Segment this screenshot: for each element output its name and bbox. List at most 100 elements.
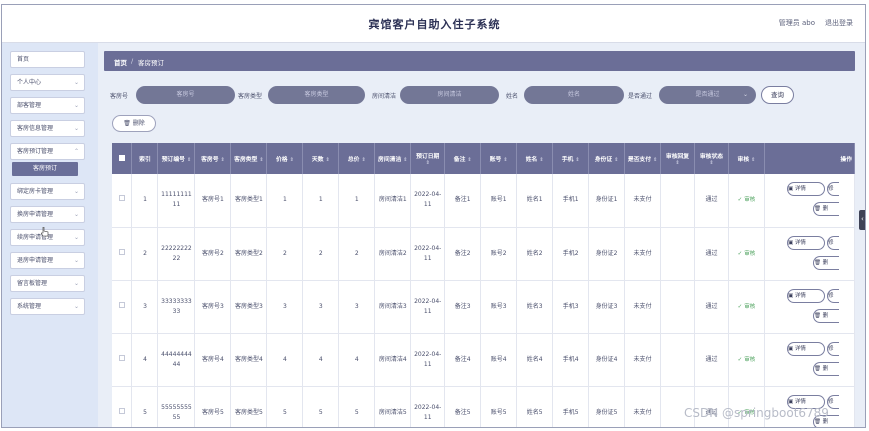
- col-header[interactable]: 天数 ⇕: [302, 143, 340, 174]
- row-checkbox[interactable]: [112, 386, 133, 427]
- audit-link[interactable]: ✓ 审核: [728, 333, 765, 387]
- col-header[interactable]: 价格 ⇕: [266, 143, 304, 174]
- sidebar-item-room-card[interactable]: 绑定房卡管理 ⌄: [10, 183, 85, 200]
- table-row[interactable]: 4 4444444444 客房号4 客房类型4 4 4 4 房间清洁4 2022-04-11 备注…: [112, 333, 855, 387]
- sidebar-item-home[interactable]: 首页: [10, 51, 85, 68]
- passed-select[interactable]: 是否通过 ⌄: [659, 86, 756, 104]
- sidebar-item-room-change[interactable]: 换房申请管理 ⌄: [10, 206, 85, 223]
- breadcrumb-separator: /: [131, 57, 134, 65]
- row-checkbox[interactable]: [112, 280, 133, 334]
- table-row[interactable]: 2 2222222222 客房号2 客房类型2 2 2 2 房间清洁2 2022-04-11 备注…: [112, 227, 855, 281]
- sidebar-item-label: 留言板管理: [17, 280, 48, 287]
- row-delete-button[interactable]: 🗑 删: [812, 308, 839, 323]
- col-header[interactable]: 总价 ⇕: [338, 143, 376, 174]
- col-header[interactable]: 手机 ⇕: [552, 143, 590, 174]
- col-header[interactable]: 审核 ⇕: [728, 143, 765, 174]
- passed-select-value: 是否通过: [695, 91, 720, 98]
- col-header[interactable]: 账号 ⇕: [480, 143, 518, 174]
- row-checkbox[interactable]: [112, 333, 133, 387]
- col-header[interactable]: 房间清洁 ⇕: [374, 143, 412, 174]
- room-type-input[interactable]: 客房类型: [268, 86, 365, 104]
- col-header[interactable]: 身份证 ⇕: [588, 143, 626, 174]
- cell-date: 2022-04-11: [410, 227, 446, 281]
- sidebar-item-messages[interactable]: 留言板管理 ⌄: [10, 275, 85, 292]
- detail-button[interactable]: ▣ 详情: [786, 235, 825, 250]
- chevron-left-icon: ‹: [861, 215, 864, 223]
- room-no-input[interactable]: 客房号: [136, 86, 235, 104]
- sidebar-item-checkout[interactable]: 退房申请管理 ⌄: [10, 252, 85, 269]
- name-input[interactable]: 姓名: [524, 86, 624, 104]
- trash-icon: 🗑: [123, 120, 131, 127]
- edit-button[interactable]: 修: [826, 182, 839, 196]
- sidebar-item-booking[interactable]: 客房预订管理 ⌃: [10, 143, 85, 160]
- sidebar-subitem-booking[interactable]: 客房预订: [12, 162, 78, 176]
- sidebar-item-label: 退房申请管理: [17, 257, 54, 264]
- row-delete-button[interactable]: 🗑 删: [812, 202, 839, 216]
- side-toggle-button[interactable]: ‹: [859, 210, 865, 230]
- cell-status: 通过: [694, 174, 729, 228]
- table-header-row: 索引 预订编号 ⇕ 客房号 ⇕ 客房类型 ⇕ 价格 ⇕ 天数 ⇕ 总价 ⇕ 房间…: [112, 143, 855, 174]
- cell-price: 4: [266, 333, 304, 387]
- cell-price: 2: [266, 227, 304, 281]
- col-header[interactable]: 预订日期 ⇕: [410, 143, 446, 174]
- chevron-down-icon: ⌄: [73, 125, 79, 132]
- select-all-checkbox[interactable]: [112, 143, 133, 174]
- col-header[interactable]: 客房类型 ⇕: [230, 143, 268, 174]
- detail-button[interactable]: ▣ 详情: [786, 288, 825, 303]
- cell-account: 账号5: [480, 386, 518, 427]
- doc-icon: ▣: [787, 186, 794, 192]
- sidebar-item-label: 绑定房卡管理: [17, 188, 54, 195]
- logout-link[interactable]: 退出登录: [825, 18, 853, 28]
- cell-days: 4: [302, 333, 340, 387]
- detail-button[interactable]: ▣ 详情: [786, 341, 825, 356]
- col-header[interactable]: 预订编号 ⇕: [157, 143, 196, 174]
- query-button[interactable]: 查询: [761, 86, 794, 104]
- sidebar-item-label: 客房预订管理: [17, 148, 54, 155]
- detail-button[interactable]: ▣ 详情: [786, 182, 825, 196]
- trash-icon: 🗑: [813, 365, 821, 372]
- audit-link[interactable]: ✓ 审核: [728, 227, 765, 281]
- edit-label: 修: [827, 239, 834, 246]
- row-delete-label: 删: [822, 206, 829, 212]
- col-header[interactable]: 审核回复 ⇕: [660, 143, 695, 174]
- sidebar-item-room-info[interactable]: 客房信息管理 ⌄: [10, 120, 85, 137]
- breadcrumb-home[interactable]: 首页: [114, 57, 127, 67]
- row-checkbox[interactable]: [112, 227, 133, 281]
- check-icon: ✓: [737, 303, 743, 310]
- edit-button[interactable]: 修: [826, 288, 839, 303]
- app-title: 宾馆客户自助入住子系统: [368, 18, 501, 31]
- sort-icon: ⇕: [675, 160, 680, 166]
- sidebar-item-label: 系统管理: [17, 303, 42, 310]
- row-checkbox[interactable]: [112, 174, 133, 228]
- audit-link[interactable]: ✓ 审核: [728, 174, 765, 228]
- cell-price: 1: [266, 174, 304, 228]
- col-header[interactable]: 审核状态 ⇕: [694, 143, 729, 174]
- col-header[interactable]: 备注 ⇕: [444, 143, 482, 174]
- table-row[interactable]: 1 1111111111 客房号1 客房类型1 1 1 1 房间清洁1 2022-04-11 备注…: [112, 174, 855, 228]
- room-type-label: 客房类型: [238, 93, 263, 100]
- row-delete-button[interactable]: 🗑 删: [812, 361, 839, 376]
- row-delete-button[interactable]: 🗑 删: [812, 255, 839, 270]
- sidebar-item-label: 客房信息管理: [17, 125, 54, 132]
- col-header[interactable]: 姓名 ⇕: [516, 143, 554, 174]
- sort-icon: ⇕: [539, 157, 544, 163]
- audit-link[interactable]: ✓ 审核: [728, 280, 765, 334]
- cell-phone: 手机1: [552, 174, 590, 228]
- table-row[interactable]: 3 3333333333 客房号3 客房类型3 3 3 3 房间清洁3 2022-04-11 备注…: [112, 280, 855, 334]
- cell-note: 备注2: [444, 227, 482, 281]
- col-header[interactable]: 索引: [131, 143, 159, 174]
- edit-button[interactable]: 修: [826, 235, 839, 250]
- chevron-down-icon: ⌄: [73, 303, 79, 310]
- sidebar-item-system[interactable]: 系统管理 ⌄: [10, 298, 85, 315]
- clean-input[interactable]: 房间清洁: [400, 86, 499, 104]
- sidebar-item-guests[interactable]: 部客管理 ⌄: [10, 97, 85, 114]
- sidebar-item-profile[interactable]: 个人中心 ⌄: [10, 74, 85, 91]
- row-delete-label: 删: [822, 365, 829, 372]
- col-header[interactable]: 客房号 ⇕: [194, 143, 232, 174]
- cell-room-type: 客房类型3: [230, 280, 268, 334]
- edit-button[interactable]: 修: [826, 341, 839, 356]
- doc-icon: ▣: [787, 398, 794, 405]
- delete-button[interactable]: 🗑 删除: [112, 115, 156, 132]
- delete-button-label: 删除: [132, 120, 145, 127]
- col-header[interactable]: 是否支付 ⇕: [624, 143, 662, 174]
